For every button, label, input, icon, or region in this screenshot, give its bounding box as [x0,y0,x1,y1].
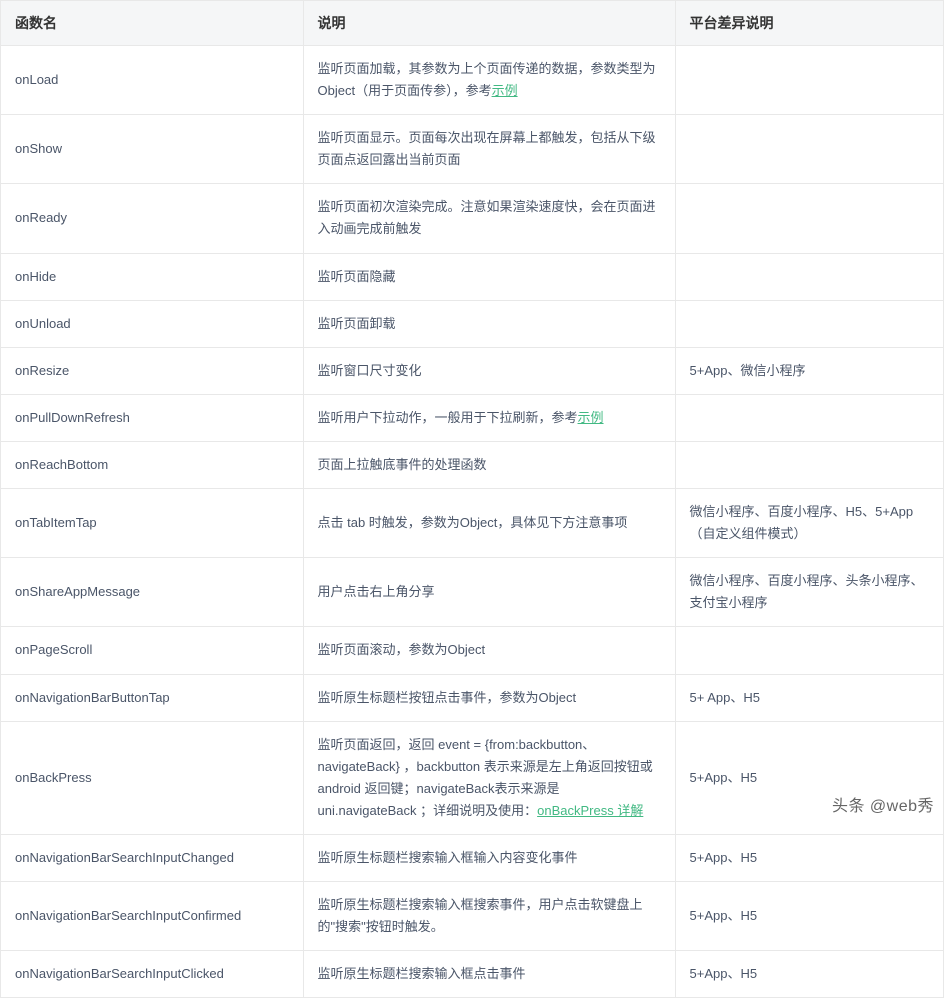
cell-platform: 5+App、H5 [675,834,943,881]
cell-description: 监听页面隐藏 [303,253,675,300]
table-row: onResize 监听窗口尺寸变化 5+App、微信小程序 [1,347,943,394]
cell-function-name: onLoad [1,46,303,115]
cell-description: 监听页面返回，返回 event = {from:backbutton、navig… [303,721,675,834]
table-row: onReachBottom 页面上拉触底事件的处理函数 [1,441,943,488]
desc-text: 监听页面卸载 [318,316,396,331]
cell-description: 监听用户下拉动作，一般用于下拉刷新，参考示例 [303,394,675,441]
cell-description: 监听页面卸载 [303,300,675,347]
cell-description: 页面上拉触底事件的处理函数 [303,441,675,488]
table-row: onNavigationBarSearchInputConfirmed 监听原生标… [1,882,943,951]
desc-text: 点击 tab 时触发，参数为Object，具体见下方注意事项 [318,515,628,530]
cell-function-name: onUnload [1,300,303,347]
table-row: onPullDownRefresh监听用户下拉动作，一般用于下拉刷新，参考示例 [1,394,943,441]
desc-text: 用户点击右上角分享 [318,584,435,599]
desc-text: 监听页面隐藏 [318,269,396,284]
desc-link[interactable]: 示例 [578,410,604,425]
cell-platform: 5+App、H5 [675,721,943,834]
cell-description: 点击 tab 时触发，参数为Object，具体见下方注意事项 [303,489,675,558]
cell-description: 监听原生标题栏搜索输入框点击事件 [303,951,675,998]
cell-function-name: onReachBottom [1,441,303,488]
table-row: onShow 监听页面显示。页面每次出现在屏幕上都触发，包括从下级页面点返回露出当… [1,115,943,184]
cell-platform: 微信小程序、百度小程序、H5、5+App（自定义组件模式） [675,489,943,558]
desc-text: 监听页面加载，其参数为上个页面传递的数据，参数类型为Object（用于页面传参）… [318,61,656,98]
table-row: onUnload 监听页面卸载 [1,300,943,347]
table-row: onReady 监听页面初次渲染完成。注意如果渲染速度快，会在页面进入动画完成前触… [1,184,943,253]
cell-platform [675,300,943,347]
desc-text: 监听原生标题栏搜索输入框输入内容变化事件 [318,850,578,865]
cell-platform [675,394,943,441]
cell-description: 监听原生标题栏搜索输入框输入内容变化事件 [303,834,675,881]
table-row: onBackPress监听页面返回，返回 event = {from:backb… [1,721,943,834]
cell-platform [675,184,943,253]
cell-function-name: onHide [1,253,303,300]
table-row: onNavigationBarButtonTap 监听原生标题栏按钮点击事件，参数… [1,674,943,721]
cell-description: 监听页面加载，其参数为上个页面传递的数据，参数类型为Object（用于页面传参）… [303,46,675,115]
cell-platform: 5+App、微信小程序 [675,347,943,394]
desc-text: 页面上拉触底事件的处理函数 [318,457,487,472]
cell-function-name: onTabItemTap [1,489,303,558]
cell-description: 监听页面显示。页面每次出现在屏幕上都触发，包括从下级页面点返回露出当前页面 [303,115,675,184]
cell-platform [675,115,943,184]
desc-text: 监听窗口尺寸变化 [318,363,422,378]
cell-function-name: onNavigationBarSearchInputClicked [1,951,303,998]
cell-platform [675,253,943,300]
header-function-name: 函数名 [1,1,303,46]
cell-function-name: onBackPress [1,721,303,834]
cell-function-name: onShareAppMessage [1,558,303,627]
cell-platform [675,627,943,674]
cell-function-name: onNavigationBarButtonTap [1,674,303,721]
table-row: onLoad 监听页面加载，其参数为上个页面传递的数据，参数类型为Object（用… [1,46,943,115]
table-row: onPageScroll 监听页面滚动，参数为Object [1,627,943,674]
cell-platform: 5+ App、H5 [675,674,943,721]
cell-function-name: onResize [1,347,303,394]
desc-text: 监听用户下拉动作，一般用于下拉刷新，参考 [318,410,578,425]
cell-platform: 5+App、H5 [675,882,943,951]
cell-description: 监听原生标题栏搜索输入框搜索事件，用户点击软键盘上的"搜索"按钮时触发。 [303,882,675,951]
cell-description: 监听页面滚动，参数为Object [303,627,675,674]
table-row: onShareAppMessage 用户点击右上角分享 微信小程序、百度小程序、头条… [1,558,943,627]
desc-text: 监听页面显示。页面每次出现在屏幕上都触发，包括从下级页面点返回露出当前页面 [318,130,656,167]
cell-function-name: onPageScroll [1,627,303,674]
table-row: onTabItemTap 点击 tab 时触发，参数为Object，具体见下方注意… [1,489,943,558]
desc-text: 监听原生标题栏搜索输入框点击事件 [318,966,526,981]
watermark: 头条 @web秀 [832,792,934,816]
cell-description: 监听页面初次渲染完成。注意如果渲染速度快，会在页面进入动画完成前触发 [303,184,675,253]
cell-platform [675,46,943,115]
desc-link[interactable]: 示例 [492,83,518,98]
desc-text: 监听页面初次渲染完成。注意如果渲染速度快，会在页面进入动画完成前触发 [318,199,656,236]
cell-description: 用户点击右上角分享 [303,558,675,627]
api-table-container: 函数名 说明 平台差异说明 onLoad 监听页面加载，其参数为上个页面传递的数据… [0,0,944,998]
cell-function-name: onNavigationBarSearchInputChanged [1,834,303,881]
cell-platform: 微信小程序、百度小程序、头条小程序、支付宝小程序 [675,558,943,627]
desc-text: 监听原生标题栏按钮点击事件，参数为Object [318,690,577,705]
header-description: 说明 [303,1,675,46]
table-row: onHide 监听页面隐藏 [1,253,943,300]
desc-link[interactable]: onBackPress 详解 [537,803,643,818]
table-row: onNavigationBarSearchInputClicked 监听原生标题栏… [1,951,943,998]
cell-function-name: onPullDownRefresh [1,394,303,441]
cell-platform: 5+App、H5 [675,951,943,998]
cell-function-name: onShow [1,115,303,184]
cell-function-name: onReady [1,184,303,253]
desc-text: 监听原生标题栏搜索输入框搜索事件，用户点击软键盘上的"搜索"按钮时触发。 [318,897,643,934]
cell-description: 监听窗口尺寸变化 [303,347,675,394]
table-header-row: 函数名 说明 平台差异说明 [1,1,943,46]
cell-function-name: onNavigationBarSearchInputConfirmed [1,882,303,951]
cell-description: 监听原生标题栏按钮点击事件，参数为Object [303,674,675,721]
header-platform: 平台差异说明 [675,1,943,46]
table-row: onNavigationBarSearchInputChanged 监听原生标题栏… [1,834,943,881]
api-table: 函数名 说明 平台差异说明 onLoad 监听页面加载，其参数为上个页面传递的数据… [1,1,943,997]
desc-text: 监听页面滚动，参数为Object [318,642,486,657]
cell-platform [675,441,943,488]
